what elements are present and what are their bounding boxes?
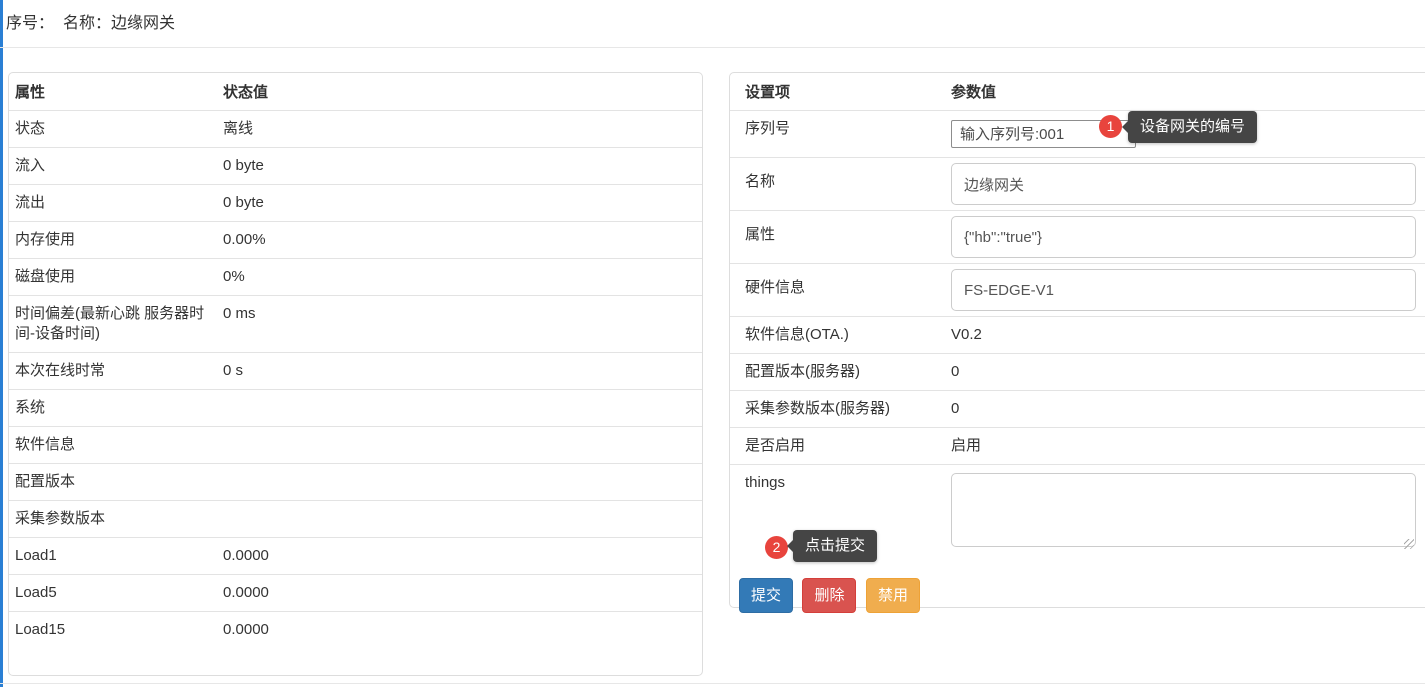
tooltip-text: 点击提交: [805, 537, 865, 554]
things-textarea[interactable]: [951, 473, 1416, 547]
table-row: 配置版本: [9, 464, 702, 501]
table-row: 采集参数版本(服务器) 0: [730, 391, 1425, 428]
table-row: Load150.0000: [9, 612, 702, 649]
table-row: 采集参数版本: [9, 501, 702, 538]
table-row: 配置版本(服务器) 0: [730, 354, 1425, 391]
table-row: 系统: [9, 390, 702, 427]
status-panel: 属性 状态值 状态离线 流入0 byte 流出0 byte 内存使用0.00% …: [8, 72, 703, 676]
column-header-attribute: 属性: [9, 73, 217, 111]
tooltip-arrow-icon: [1122, 121, 1128, 133]
table-row: 硬件信息: [730, 264, 1425, 317]
table-row: 内存使用0.00%: [9, 222, 702, 259]
table-row: 本次在线时常0 s: [9, 353, 702, 390]
column-header-setting-item: 设置项: [730, 73, 951, 111]
device-name-title-label: 名称：边缘网关: [63, 15, 175, 32]
table-row: Load10.0000: [9, 538, 702, 575]
hardware-info-input[interactable]: [951, 269, 1416, 311]
table-row: 时间偏差(最新心跳 服务器时间-设备时间)0 ms: [9, 296, 702, 353]
device-name-input[interactable]: [951, 163, 1416, 205]
left-accent-bar: [0, 0, 3, 687]
tooltip-text: 设备网关的编号: [1140, 118, 1245, 135]
table-row: 磁盘使用0%: [9, 259, 702, 296]
delete-button[interactable]: 删除: [802, 578, 856, 613]
tour-step-1-tooltip: 设备网关的编号: [1128, 111, 1257, 143]
table-row: 名称: [730, 158, 1425, 211]
tooltip-arrow-icon: [787, 540, 793, 552]
attributes-input[interactable]: [951, 216, 1416, 258]
table-row: 软件信息(OTA.) V0.2: [730, 317, 1425, 354]
table-row: 序列号: [730, 111, 1425, 158]
tour-step-1-badge: 1: [1099, 115, 1122, 138]
table-row: 流入0 byte: [9, 148, 702, 185]
gateway-detail-page: 序号： 名称：边缘网关 属性 状态值 状态离线 流入0 byte 流出0 byte…: [0, 0, 1425, 687]
submit-button[interactable]: 提交: [739, 578, 793, 613]
status-table-header-row: 属性 状态值: [9, 73, 702, 111]
table-row: 是否启用 启用: [730, 428, 1425, 465]
table-row: 属性: [730, 211, 1425, 264]
tour-step-2-tooltip: 点击提交: [793, 530, 877, 562]
resize-handle-icon[interactable]: [1404, 539, 1414, 549]
disable-button[interactable]: 禁用: [866, 578, 920, 613]
settings-table: 设置项 参数值 序列号 名称 属性 硬件信息: [730, 73, 1425, 561]
column-header-status-value: 状态值: [217, 73, 702, 111]
status-table: 属性 状态值 状态离线 流入0 byte 流出0 byte 内存使用0.00% …: [9, 73, 702, 648]
table-row: Load50.0000: [9, 575, 702, 612]
table-row: 状态离线: [9, 111, 702, 148]
title-divider: [0, 47, 1425, 48]
table-row: 软件信息: [9, 427, 702, 464]
settings-table-header-row: 设置项 参数值: [730, 73, 1425, 111]
column-header-parameter-value: 参数值: [951, 73, 1425, 111]
tour-step-2-badge: 2: [765, 536, 788, 559]
table-row: 流出0 byte: [9, 185, 702, 222]
serial-number-title-label: 序号：: [6, 15, 54, 32]
page-title: 序号： 名称：边缘网关: [6, 9, 175, 33]
action-button-row: 提交 删除 禁用: [739, 578, 1425, 613]
bottom-divider: [0, 683, 1425, 684]
settings-panel: 设置项 参数值 序列号 名称 属性 硬件信息: [729, 72, 1425, 608]
